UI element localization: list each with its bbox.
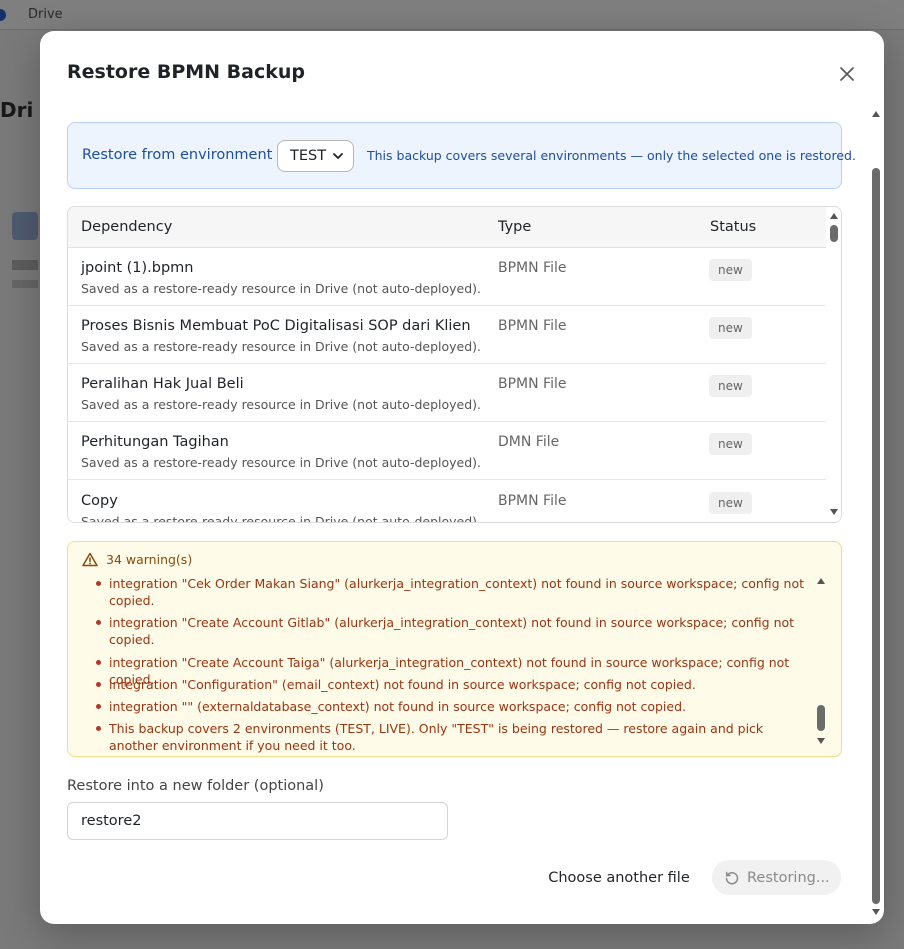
modal-title: Restore BPMN Backup	[67, 61, 305, 83]
table-scroll-thumb[interactable]	[830, 225, 838, 242]
table-body: jpoint (1).bpmn Saved as a restore-ready…	[68, 248, 826, 523]
warnings-list: integration "Cek Order Makan Siang" (alu…	[68, 568, 820, 754]
status-badge: new	[709, 259, 752, 281]
restore-button-label: Restoring...	[747, 869, 830, 886]
table-row: Peralihan Hak Jual Beli Saved as a resto…	[68, 364, 826, 422]
warning-item: integration "Cek Order Makan Siang" (alu…	[96, 575, 814, 609]
dependency-type: DMN File	[498, 434, 560, 450]
warnings-scroll-thumb[interactable]	[817, 705, 825, 731]
table-header: Dependency Type Status	[68, 207, 826, 248]
environment-select-value: TEST	[290, 148, 327, 164]
table-row: Proses Bisnis Membuat PoC Digitalisasi S…	[68, 306, 826, 364]
dependency-table: Dependency Type Status jpoint (1).bpmn S…	[67, 206, 842, 523]
modal-scroll-thumb[interactable]	[872, 168, 880, 904]
column-header-dependency: Dependency	[81, 219, 173, 235]
scroll-down-icon[interactable]	[830, 509, 838, 515]
dependency-description: Saved as a restore-ready resource in Dri…	[81, 455, 482, 470]
column-header-type: Type	[498, 219, 532, 235]
close-icon	[840, 67, 854, 81]
warnings-scrollbar[interactable]	[813, 572, 829, 754]
refresh-icon	[725, 871, 739, 884]
warnings-header: 34 warning(s)	[82, 552, 192, 567]
warnings-panel: 34 warning(s) integration "Cek Order Mak…	[67, 541, 842, 757]
status-badge: new	[709, 375, 752, 397]
warning-item: integration "Create Account Gitlab" (alu…	[96, 614, 814, 648]
warning-icon	[82, 552, 98, 567]
folder-label: Restore into a new folder (optional)	[67, 778, 324, 794]
scroll-down-icon[interactable]	[817, 738, 825, 744]
warning-item: This backup covers 2 environments (TEST,…	[96, 720, 814, 754]
choose-another-file-button[interactable]: Choose another file	[540, 860, 698, 896]
warnings-title: 34 warning(s)	[106, 552, 193, 567]
dependency-name: jpoint (1).bpmn	[81, 260, 194, 276]
warning-item: integration "Configuration" (email_conte…	[96, 676, 814, 693]
column-header-status: Status	[710, 219, 757, 235]
table-row: Perhitungan Tagihan Saved as a restore-r…	[68, 422, 826, 480]
environment-panel: Restore from environment TEST This backu…	[67, 122, 856, 189]
dependency-type: BPMN File	[498, 318, 567, 334]
dependency-type: BPMN File	[498, 376, 567, 392]
dependency-name: Copy	[81, 493, 118, 509]
folder-name-input[interactable]	[67, 802, 448, 840]
dependency-type: BPMN File	[498, 493, 567, 509]
dependency-type: BPMN File	[498, 260, 567, 276]
modal-scrollbar[interactable]	[869, 106, 883, 918]
dependency-name: Peralihan Hak Jual Beli	[81, 376, 244, 392]
restore-modal: Restore BPMN Backup Restore from environ…	[40, 31, 884, 924]
chevron-down-icon	[333, 153, 343, 159]
environment-select[interactable]: TEST	[277, 140, 354, 172]
scroll-up-icon[interactable]	[830, 213, 838, 219]
dependency-description: Saved as a restore-ready resource in Dri…	[81, 339, 482, 354]
table-row: Copy Saved as a restore-ready resource i…	[68, 481, 826, 523]
dependency-name: Perhitungan Tagihan	[81, 434, 229, 450]
scroll-down-icon[interactable]	[872, 909, 880, 915]
environment-label: Restore from environment	[82, 147, 273, 163]
status-badge: new	[709, 317, 752, 339]
dependency-description: Saved as a restore-ready resource in Dri…	[81, 514, 482, 523]
table-scrollbar[interactable]	[826, 207, 841, 522]
status-badge: new	[709, 492, 752, 514]
scroll-up-icon[interactable]	[872, 111, 880, 117]
scroll-up-icon[interactable]	[817, 578, 825, 584]
dependency-description: Saved as a restore-ready resource in Dri…	[81, 397, 482, 412]
table-row: jpoint (1).bpmn Saved as a restore-ready…	[68, 248, 826, 306]
dependency-name: Proses Bisnis Membuat PoC Digitalisasi S…	[81, 318, 471, 334]
warning-item: integration "" (externaldatabase_context…	[96, 698, 814, 715]
close-button[interactable]	[834, 61, 860, 87]
environment-note: This backup covers several environments …	[367, 148, 856, 163]
status-badge: new	[709, 433, 752, 455]
restore-button[interactable]: Restoring...	[712, 860, 841, 895]
dependency-description: Saved as a restore-ready resource in Dri…	[81, 281, 482, 296]
